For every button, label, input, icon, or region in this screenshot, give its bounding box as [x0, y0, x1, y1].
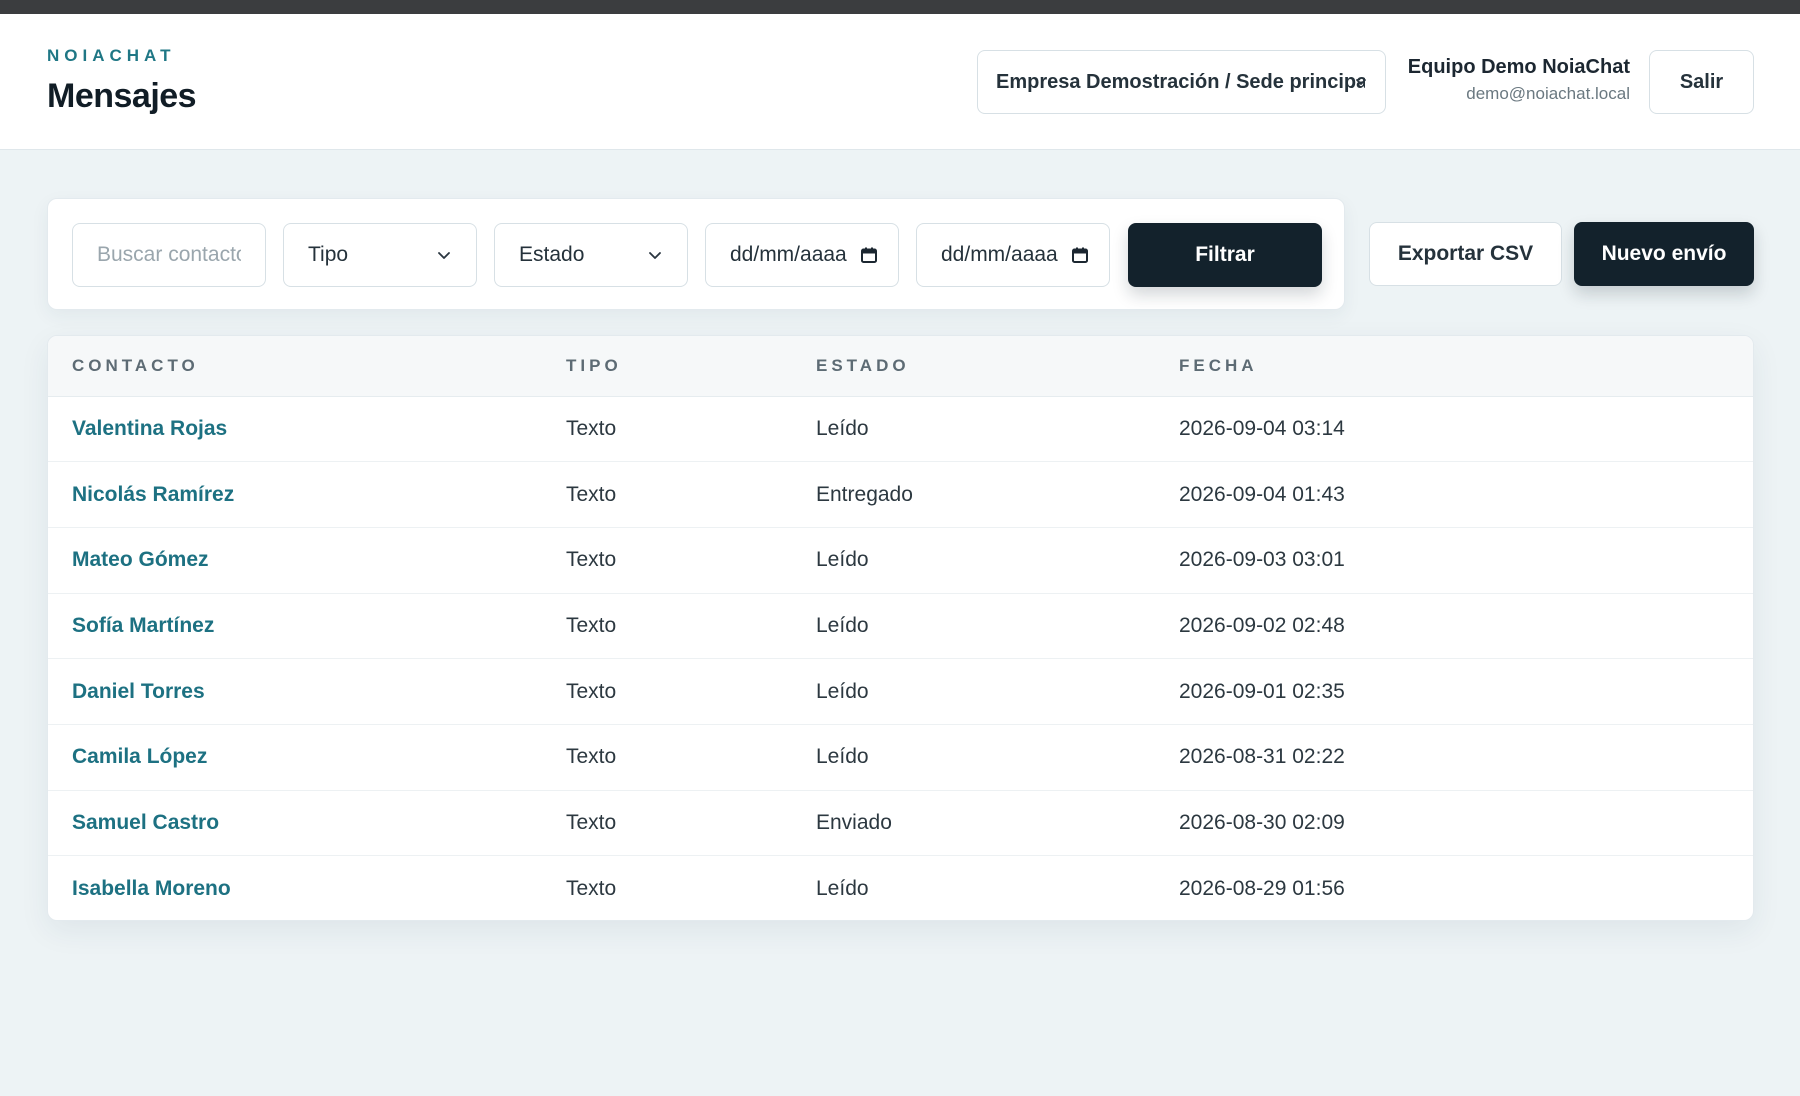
date-cell: 2026-09-04 03:14	[1179, 396, 1753, 463]
date-cell: 2026-09-03 03:01	[1179, 527, 1753, 594]
page-title: Mensajes	[47, 77, 197, 115]
table-row[interactable]: Mateo Gómez Texto Leído 2026-09-03 03:01	[48, 527, 1753, 594]
table-header-row: CONTACTO TIPO ESTADO FECHA	[48, 336, 1753, 397]
status-cell: Leído	[816, 396, 1179, 463]
contact-link[interactable]: Sofía Martínez	[72, 614, 214, 637]
date-cell: 2026-08-31 02:22	[1179, 724, 1753, 791]
contact-link[interactable]: Nicolás Ramírez	[72, 483, 234, 506]
table-row[interactable]: Daniel Torres Texto Leído 2026-09-01 02:…	[48, 658, 1753, 725]
table-row[interactable]: Camila López Texto Leído 2026-08-31 02:2…	[48, 724, 1753, 791]
contact-link[interactable]: Daniel Torres	[72, 680, 205, 703]
date-from-input[interactable]: dd/mm/aaaa	[705, 223, 899, 287]
contact-link[interactable]: Isabella Moreno	[72, 877, 231, 900]
type-cell: Texto	[566, 396, 816, 463]
type-cell: Texto	[566, 527, 816, 594]
status-cell: Leído	[816, 593, 1179, 660]
contact-link[interactable]: Valentina Rojas	[72, 417, 227, 440]
date-from-placeholder: dd/mm/aaaa	[730, 243, 847, 266]
calendar-icon[interactable]	[1071, 246, 1089, 264]
contact-link[interactable]: Mateo Gómez	[72, 548, 209, 571]
column-header-type[interactable]: TIPO	[566, 336, 816, 397]
status-cell: Leído	[816, 876, 869, 900]
organization-select[interactable]: Empresa Demostración / Sede principal	[977, 50, 1386, 114]
tipo-select[interactable]: Tipo	[283, 223, 477, 287]
logout-button[interactable]: Salir	[1649, 50, 1754, 114]
table-row[interactable]: Isabella Moreno Texto Leído 2026-08-29 0…	[48, 856, 1753, 920]
filter-button[interactable]: Filtrar	[1128, 223, 1322, 287]
table-row[interactable]: Samuel Castro Texto Enviado 2026-08-30 0…	[48, 790, 1753, 857]
new-send-button[interactable]: Nuevo envío	[1574, 222, 1754, 286]
user-email: demo@noiachat.local	[1466, 84, 1630, 103]
column-header-date[interactable]: FECHA	[1179, 336, 1753, 397]
status-cell: Leído	[816, 658, 1179, 725]
table-row[interactable]: Nicolás Ramírez Texto Entregado 2026-09-…	[48, 461, 1753, 528]
organization-select-value: Empresa Demostración / Sede principal	[996, 70, 1365, 93]
table-row[interactable]: Sofía Martínez Texto Leído 2026-09-02 02…	[48, 593, 1753, 660]
status-cell: Leído	[816, 527, 1179, 594]
date-cell: 2026-09-04 01:43	[1179, 461, 1753, 528]
contact-link[interactable]: Camila López	[72, 745, 207, 768]
date-cell: 2026-08-29 01:56	[1179, 876, 1345, 900]
user-name: Equipo Demo NoiaChat	[1407, 56, 1630, 78]
messages-table: CONTACTO TIPO ESTADO FECHA Valentina Roj…	[47, 335, 1754, 921]
type-cell: Texto	[566, 461, 816, 528]
window-top-strip	[0, 0, 1800, 14]
date-cell: 2026-09-02 02:48	[1179, 593, 1753, 660]
estado-select-value: Estado	[519, 243, 585, 266]
column-header-status[interactable]: ESTADO	[816, 336, 1179, 397]
filter-bar: Buscar contacto Tipo Estado dd/mm/aaaa d…	[47, 198, 1345, 310]
chevron-down-icon	[438, 252, 450, 259]
brand-label: NOIACHAT	[47, 46, 176, 65]
date-cell: 2026-09-01 02:35	[1179, 658, 1753, 725]
export-csv-button[interactable]: Exportar CSV	[1369, 222, 1562, 286]
chevron-down-icon	[649, 252, 661, 259]
calendar-icon[interactable]	[860, 246, 878, 264]
type-cell: Texto	[566, 876, 617, 900]
type-cell: Texto	[566, 593, 816, 660]
type-cell: Texto	[566, 790, 816, 857]
estado-select[interactable]: Estado	[494, 223, 688, 287]
date-to-placeholder: dd/mm/aaaa	[941, 243, 1058, 266]
search-input-placeholder: Buscar contacto	[97, 243, 241, 266]
status-cell: Entregado	[816, 461, 1179, 528]
date-to-input[interactable]: dd/mm/aaaa	[916, 223, 1110, 287]
tipo-select-value: Tipo	[308, 243, 349, 266]
column-header-contact[interactable]: CONTACTO	[48, 336, 566, 397]
table-row[interactable]: Valentina Rojas Texto Leído 2026-09-04 0…	[48, 396, 1753, 463]
search-input[interactable]: Buscar contacto	[72, 223, 266, 287]
status-cell: Enviado	[816, 790, 1179, 857]
app-header: NOIACHAT Mensajes Empresa Demostración /…	[0, 14, 1800, 150]
user-info: Equipo Demo NoiaChat demo@noiachat.local	[1408, 56, 1630, 104]
type-cell: Texto	[566, 658, 816, 725]
chevron-down-icon	[1356, 79, 1366, 85]
status-cell: Leído	[816, 724, 1179, 791]
type-cell: Texto	[566, 724, 816, 791]
contact-link[interactable]: Samuel Castro	[72, 811, 219, 834]
date-cell: 2026-08-30 02:09	[1179, 790, 1753, 857]
